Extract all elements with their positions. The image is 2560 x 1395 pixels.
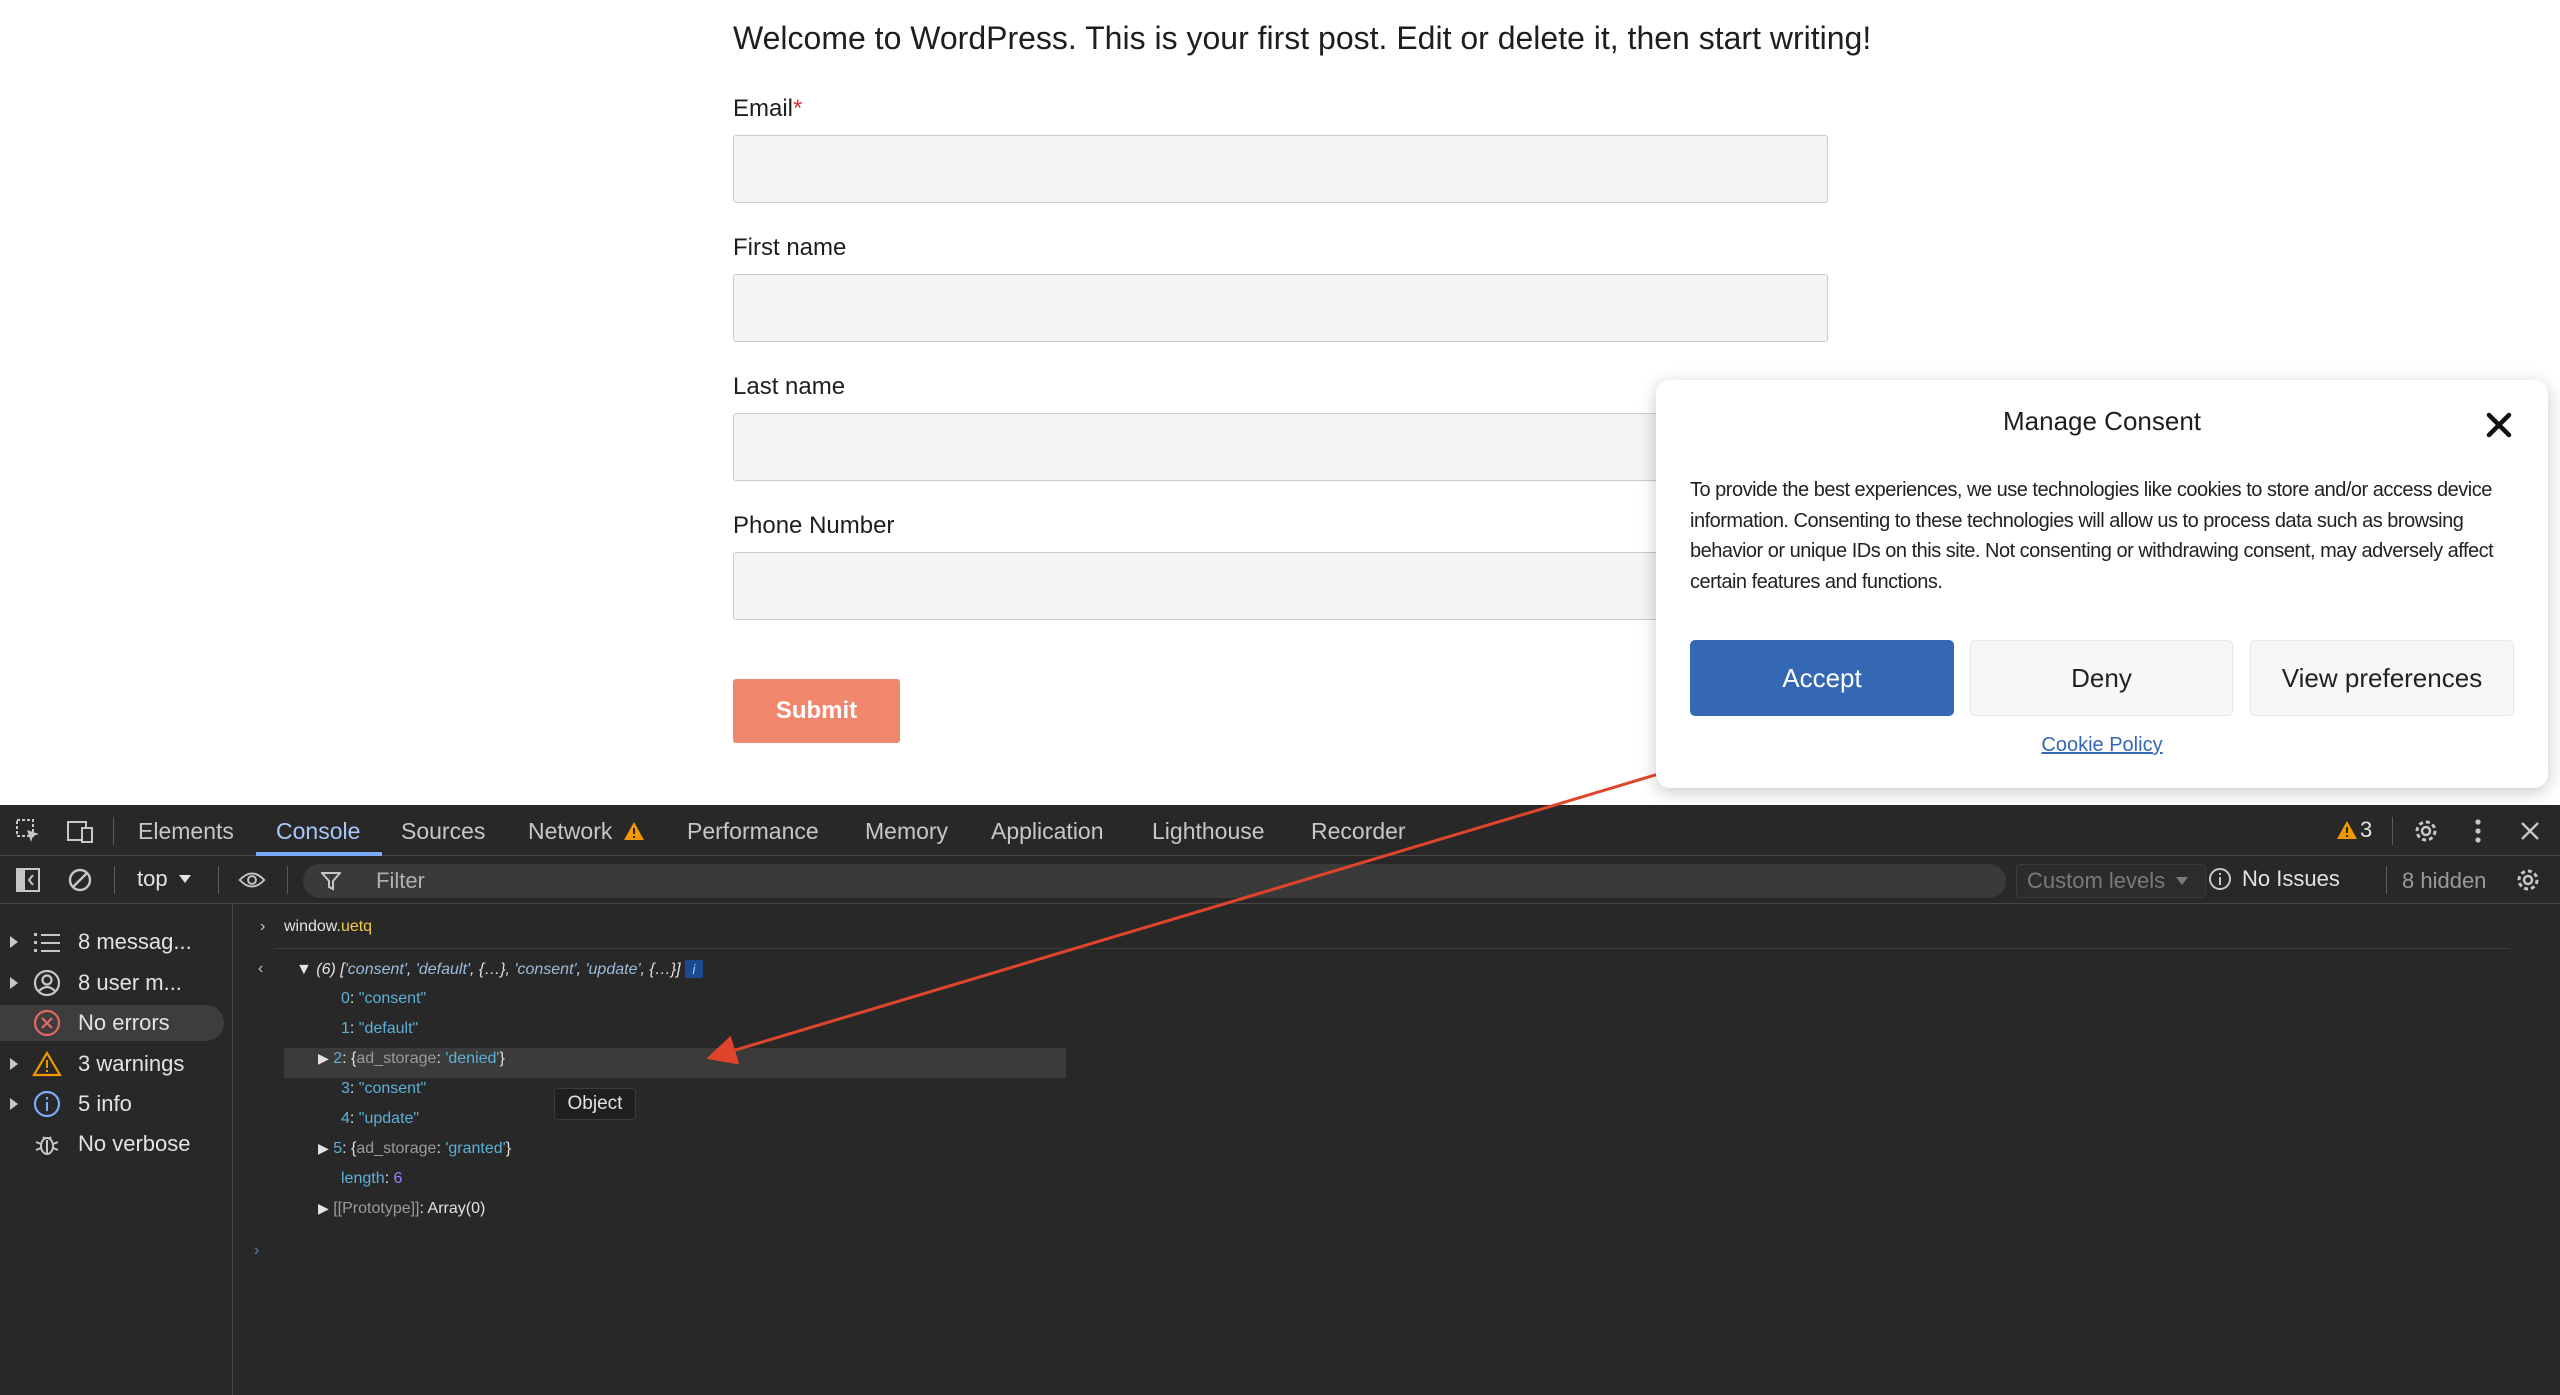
tab-network[interactable]: Network xyxy=(528,818,645,845)
sidebar-toggle-icon[interactable] xyxy=(14,866,42,894)
tab-sources[interactable]: Sources xyxy=(401,818,485,845)
expand-triangle-icon xyxy=(10,936,18,948)
result-arrow-icon: ‹ xyxy=(258,960,264,977)
list-icon xyxy=(34,933,60,952)
phone-number-label: Phone Number xyxy=(733,512,895,539)
expand-triangle-icon: ▶ xyxy=(318,1050,329,1066)
devtools-panel: Elements Console Sources Network Perform… xyxy=(0,805,2560,1395)
array-entry-0: 0: "consent" xyxy=(341,990,427,1007)
prompt-chevron-icon: › xyxy=(260,918,266,935)
filter-icon xyxy=(321,872,341,891)
more-options-icon[interactable] xyxy=(2464,817,2492,845)
modal-title: Manage Consent xyxy=(2002,406,2202,436)
toolbar-divider xyxy=(287,866,288,894)
object-tooltip: Object xyxy=(554,1088,636,1120)
email-label: Email* xyxy=(733,95,803,122)
close-devtools-icon[interactable] xyxy=(2516,817,2544,845)
required-mark: * xyxy=(793,95,803,122)
log-levels-dropdown[interactable]: Custom levels xyxy=(2016,864,2206,898)
hidden-messages-count: 8 hidden xyxy=(2402,868,2487,893)
console-prompt-icon[interactable]: › xyxy=(254,1242,259,1260)
console-settings-gear-icon[interactable] xyxy=(2514,866,2542,894)
array-length: length: 6 xyxy=(341,1170,403,1187)
issues-button[interactable]: No Issues xyxy=(2208,866,2340,892)
sidebar-item-errors[interactable]: No errors xyxy=(0,1005,224,1041)
sidebar-item-info[interactable]: 5 info xyxy=(0,1086,224,1122)
array-summary[interactable]: ▼ (6) ['consent', 'default', {…}, 'conse… xyxy=(296,960,703,979)
first-name-field[interactable] xyxy=(733,274,1828,342)
filter-input[interactable] xyxy=(303,864,2006,898)
consent-description: To provide the best experiences, we use … xyxy=(1690,479,2494,593)
tab-application[interactable]: Application xyxy=(991,818,1104,845)
console-sidebar: 8 messag... 8 user m... No errors 3 warn… xyxy=(0,904,233,1395)
user-icon xyxy=(33,969,61,997)
deny-button[interactable]: Deny xyxy=(1970,640,2233,716)
tab-elements[interactable]: Elements xyxy=(138,818,234,845)
expand-triangle-icon xyxy=(10,1098,18,1110)
tab-recorder[interactable]: Recorder xyxy=(1311,818,1406,845)
array-prototype[interactable]: ▶ [[Prototype]]: Array(0) xyxy=(318,1200,485,1218)
sidebar-item-user-messages[interactable]: 8 user m... xyxy=(0,965,224,1001)
tab-memory[interactable]: Memory xyxy=(865,818,948,845)
caret-down-icon xyxy=(178,875,191,883)
sidebar-item-verbose[interactable]: No verbose xyxy=(0,1126,224,1162)
tab-divider xyxy=(2392,817,2393,845)
console-divider xyxy=(274,948,2510,949)
toolbar-divider xyxy=(218,866,219,894)
device-toolbar-icon[interactable] xyxy=(66,817,94,845)
expand-triangle-icon: ▶ xyxy=(318,1200,329,1216)
error-icon xyxy=(33,1009,61,1037)
warnings-counter[interactable]: 3 xyxy=(2336,817,2372,843)
console-input-line: window.uetq xyxy=(284,918,373,935)
array-entry-2[interactable]: ▶ 2: {ad_storage: 'denied'} xyxy=(318,1050,505,1068)
tab-performance[interactable]: Performance xyxy=(687,818,819,845)
view-preferences-button[interactable]: View preferences xyxy=(2250,640,2514,716)
submit-button[interactable]: Submit xyxy=(733,679,900,743)
post-intro-text: Welcome to WordPress. This is your first… xyxy=(733,20,1872,56)
info-icon xyxy=(33,1090,61,1118)
first-name-label: First name xyxy=(733,234,847,261)
inspect-element-icon[interactable] xyxy=(14,817,42,845)
tab-divider xyxy=(113,817,114,845)
array-entry-4: 4: "update" xyxy=(341,1110,420,1127)
context-selector[interactable]: top xyxy=(137,866,192,892)
consent-modal: Manage Consent To provide the best exper… xyxy=(1656,380,2548,788)
array-entry-1: 1: "default" xyxy=(341,1020,419,1037)
tab-console[interactable]: Console xyxy=(276,818,360,845)
devtools-tabbar: Elements Console Sources Network Perform… xyxy=(0,805,2560,856)
array-entry-5[interactable]: ▶ 5: {ad_storage: 'granted'} xyxy=(318,1140,511,1158)
caret-down-icon xyxy=(2176,877,2189,885)
info-badge-icon[interactable]: i xyxy=(684,960,703,978)
toolbar-divider xyxy=(2386,866,2387,894)
collapse-triangle-icon: ▼ xyxy=(296,961,312,978)
settings-gear-icon[interactable] xyxy=(2412,817,2440,845)
clear-console-icon[interactable] xyxy=(66,866,94,894)
expand-triangle-icon xyxy=(10,1058,18,1070)
filter-placeholder: Filter xyxy=(376,868,425,893)
info-icon xyxy=(2209,868,2231,890)
last-name-label: Last name xyxy=(733,373,846,400)
console-toolbar: top Filter Custom levels No Issues 8 hid… xyxy=(0,856,2560,904)
accept-button[interactable]: Accept xyxy=(1690,640,1954,716)
warning-icon xyxy=(2337,821,2357,839)
warning-icon xyxy=(32,1051,62,1077)
email-field[interactable] xyxy=(733,135,1828,203)
live-expression-eye-icon[interactable] xyxy=(238,866,266,894)
bug-icon xyxy=(35,1136,59,1155)
cookie-policy-link[interactable]: Cookie Policy xyxy=(1656,734,2548,757)
tab-lighthouse[interactable]: Lighthouse xyxy=(1152,818,1265,845)
warning-icon xyxy=(623,822,644,840)
expand-triangle-icon xyxy=(10,977,18,989)
expand-triangle-icon: ▶ xyxy=(318,1140,329,1156)
close-icon[interactable] xyxy=(2482,408,2516,442)
sidebar-item-messages[interactable]: 8 messag... xyxy=(0,924,224,960)
array-entry-3: 3: "consent" xyxy=(341,1080,427,1097)
sidebar-item-warnings[interactable]: 3 warnings xyxy=(0,1046,224,1082)
toolbar-divider xyxy=(114,866,115,894)
